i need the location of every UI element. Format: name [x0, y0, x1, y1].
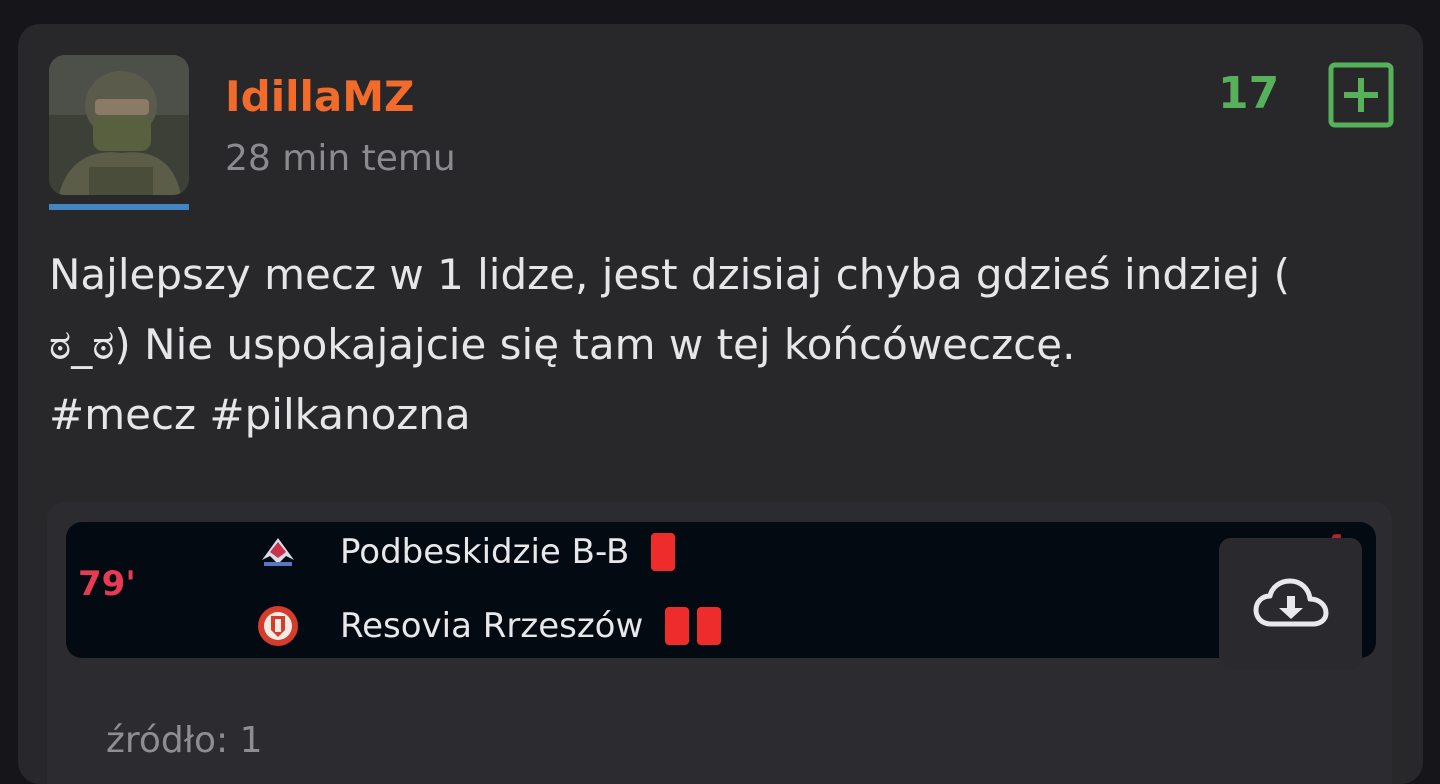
- away-red-cards: [657, 607, 722, 645]
- username[interactable]: IdillaMZ: [225, 72, 414, 121]
- away-team-row: Resovia Rrzeszów: [256, 598, 722, 654]
- hashtags[interactable]: #mecz #pilkanozna: [49, 380, 1394, 450]
- post-time[interactable]: 28 min temu: [225, 138, 456, 179]
- post-card: IdillaMZ 28 min temu 17 Najlepszy mecz w…: [18, 24, 1423, 784]
- scoreboard-image[interactable]: 79' Podbeskidzie B-B Resovia Rrzeszów: [66, 522, 1376, 658]
- home-team-row: Podbeskidzie B-B: [256, 524, 676, 580]
- vote-count: 17: [1218, 68, 1280, 119]
- plus-square-icon: [1328, 62, 1394, 128]
- match-minute: 79': [78, 564, 136, 604]
- away-team-name: Resovia Rrzeszów: [340, 606, 644, 646]
- avatar-image: [49, 55, 189, 195]
- download-button[interactable]: [1219, 538, 1362, 669]
- red-card-icon: [697, 607, 722, 645]
- red-card-icon: [651, 533, 676, 571]
- home-team-name: Podbeskidzie B-B: [340, 532, 630, 572]
- avatar[interactable]: [49, 55, 189, 195]
- post-body: Najlepszy mecz w 1 lidze, jest dzisiaj c…: [49, 240, 1394, 450]
- red-card-icon: [665, 607, 690, 645]
- podbeskidzie-crest-icon: [262, 538, 294, 566]
- post-body-line: Najlepszy mecz w 1 lidze, jest dzisiaj c…: [49, 250, 1290, 299]
- home-red-cards: [643, 533, 676, 571]
- cloud-download-icon: [1253, 578, 1328, 626]
- avatar-underline: [49, 204, 189, 210]
- source-label[interactable]: źródło: 1: [106, 720, 263, 761]
- post-body-line: ಠ_ಠ) Nie uspokajajcie się tam w tej końc…: [49, 320, 1076, 369]
- resovia-crest-icon: [258, 606, 298, 646]
- upvote-button[interactable]: [1328, 62, 1394, 128]
